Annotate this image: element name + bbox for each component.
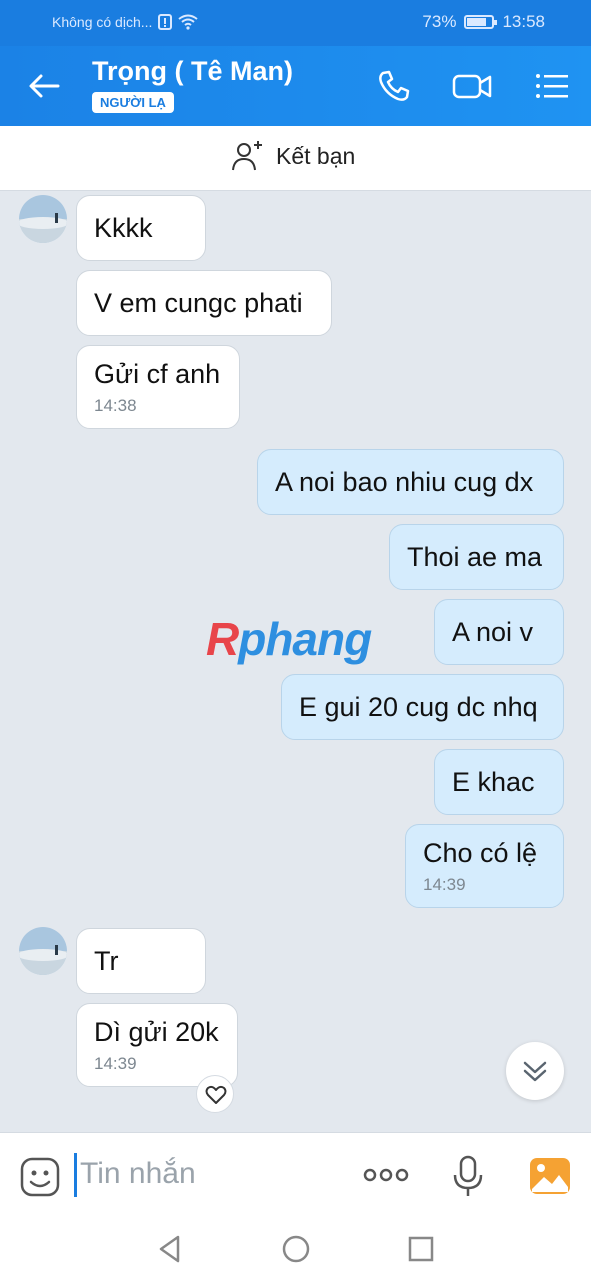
microphone-icon[interactable]	[452, 1155, 484, 1199]
message-bubble[interactable]: E gui 20 cug dc nhq	[281, 674, 564, 740]
heart-icon	[205, 1085, 227, 1104]
message-text: A noi bao nhiu cug dx	[275, 466, 534, 497]
add-friend-button[interactable]: Kết bạn	[230, 138, 355, 174]
message-bubble[interactable]: Tr	[76, 928, 206, 994]
message-text: V em cungc phati	[94, 287, 303, 318]
avatar[interactable]	[19, 195, 67, 243]
text-caret	[74, 1153, 77, 1197]
message-input-bar: Tin nhắn	[0, 1132, 591, 1218]
battery-icon	[464, 15, 498, 29]
message-input[interactable]: Tin nhắn	[80, 1157, 196, 1191]
back-arrow-icon[interactable]	[26, 68, 62, 104]
nav-home-icon[interactable]	[282, 1234, 310, 1264]
message-text: Dì gửi 20k	[94, 1016, 219, 1047]
add-user-icon	[232, 141, 262, 171]
message-time: 14:38	[94, 395, 137, 415]
message-bubble[interactable]: Thoi ae ma	[389, 524, 564, 590]
battery-percent: 73%	[422, 12, 457, 31]
message-text: Kkkk	[94, 212, 153, 243]
chat-header: Trọng ( Tê Man) NGƯỜI LẠ	[0, 46, 591, 126]
more-dots-icon[interactable]	[362, 1167, 410, 1183]
message-text: E khac	[452, 766, 535, 797]
message-bubble[interactable]: Cho có lệ 14:39	[405, 824, 564, 908]
message-text: Gửi cf anh	[94, 358, 221, 389]
scroll-to-bottom-button[interactable]	[506, 1042, 564, 1100]
add-friend-bar: Kết bạn	[0, 126, 591, 191]
add-friend-label: Kết bạn	[276, 142, 356, 169]
react-button[interactable]	[196, 1075, 234, 1113]
contact-name[interactable]: Trọng ( Tê Man)	[92, 56, 293, 87]
message-bubble[interactable]: A noi v	[434, 599, 564, 665]
double-chevron-down-icon	[523, 1061, 547, 1082]
message-time: 14:39	[423, 874, 466, 894]
status-bar: Không có dịch... 73% 13:58	[0, 0, 591, 46]
message-text: A noi v	[452, 616, 534, 647]
message-text: Thoi ae ma	[407, 541, 543, 572]
menu-list-icon[interactable]	[531, 66, 571, 106]
message-bubble[interactable]: V em cungc phati	[76, 270, 332, 336]
clock: 13:58	[502, 12, 545, 31]
sticker-icon[interactable]	[20, 1157, 60, 1197]
video-call-icon[interactable]	[452, 66, 492, 106]
message-text: Tr	[94, 945, 119, 976]
nav-recents-icon[interactable]	[407, 1235, 435, 1263]
message-bubble[interactable]: E khac	[434, 749, 564, 815]
message-text: E gui 20 cug dc nhq	[299, 691, 538, 722]
message-time: 14:39	[94, 1053, 137, 1073]
no-sim-icon	[158, 14, 173, 30]
carrier-text: Không có dịch...	[52, 14, 153, 30]
phone-icon[interactable]	[374, 66, 414, 106]
system-nav-bar	[0, 1218, 591, 1280]
message-text: Cho có lệ	[423, 837, 538, 868]
nav-back-icon[interactable]	[156, 1234, 184, 1264]
wifi-icon	[178, 14, 199, 30]
message-bubble[interactable]: Kkkk	[76, 195, 206, 261]
avatar[interactable]	[19, 927, 67, 975]
watermark-logo: Rphang	[206, 613, 372, 665]
image-icon[interactable]	[529, 1157, 571, 1195]
message-bubble[interactable]: Gửi cf anh 14:38	[76, 345, 240, 429]
stranger-badge: NGƯỜI LẠ	[92, 92, 174, 113]
message-bubble[interactable]: A noi bao nhiu cug dx	[257, 449, 564, 515]
